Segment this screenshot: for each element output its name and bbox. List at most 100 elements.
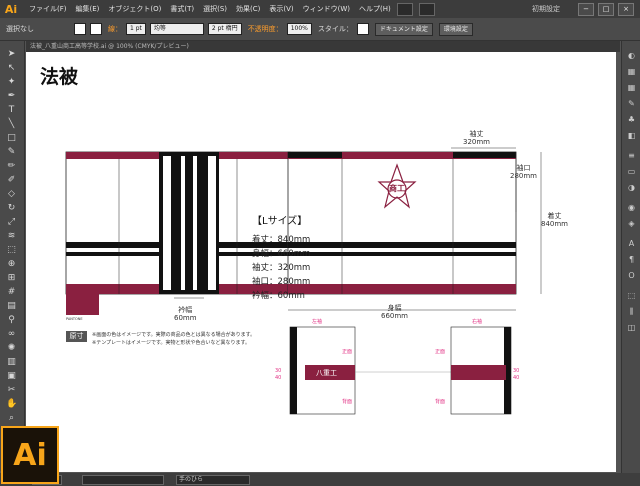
- dim-cuff: 袖口 280mm: [510, 164, 537, 180]
- color-guide-panel-icon[interactable]: ▦: [626, 67, 637, 77]
- dim-sleeve-length: 袖丈 320mm: [463, 130, 490, 146]
- magic-wand-tool-icon[interactable]: ✦: [6, 77, 17, 87]
- bridge-icon[interactable]: [396, 2, 413, 16]
- direct-selection-tool-icon[interactable]: ↖: [6, 63, 17, 73]
- shape-builder-tool-icon[interactable]: ⊕: [6, 259, 17, 269]
- minimize-button[interactable]: −: [578, 3, 594, 16]
- spec-list: 着丈：840mm 身幅：660mm 袖丈：320mm 袖口：280mm 衿幅：6…: [252, 233, 310, 303]
- artboard-tool-icon[interactable]: ▣: [6, 371, 17, 381]
- eraser-tool-icon[interactable]: ◇: [6, 189, 17, 199]
- scale-tool-icon[interactable]: ⤢: [6, 217, 17, 227]
- eyedropper-tool-icon[interactable]: ⚲: [6, 315, 17, 325]
- gradient-panel-icon[interactable]: ▭: [626, 167, 637, 177]
- fill-swatch[interactable]: [74, 23, 86, 35]
- free-transform-tool-icon[interactable]: ⬚: [6, 245, 17, 255]
- dim-collar: 衿幅 60mm: [174, 306, 197, 322]
- menu-type[interactable]: 書式(T): [170, 4, 194, 14]
- dim-body-width: 身幅 660mm: [381, 304, 408, 320]
- dim-total-length: 着丈 840mm: [541, 212, 568, 228]
- preferences-button[interactable]: 環境設定: [438, 22, 473, 36]
- style-swatch[interactable]: [356, 23, 369, 35]
- size-mark-right-2: 40: [513, 375, 520, 381]
- transparency-panel-icon[interactable]: ◑: [626, 183, 637, 193]
- current-tool-status[interactable]: 手のひら: [176, 474, 250, 485]
- opacity-label[interactable]: 不透明度：: [248, 24, 283, 34]
- rotate-tool-icon[interactable]: ↻: [6, 203, 17, 213]
- collar-text-right: 八重山商工高等学校: [209, 158, 216, 221]
- menu-object[interactable]: オブジェクト(O): [108, 4, 161, 14]
- menu-help[interactable]: ヘルプ(H): [359, 4, 391, 14]
- transform-panel-icon[interactable]: ⬚: [626, 291, 637, 301]
- opacity-field[interactable]: 100%: [286, 23, 312, 35]
- perspective-grid-tool-icon[interactable]: ⊞: [6, 273, 17, 283]
- size-mark-left-2: 40: [275, 375, 282, 381]
- blob-brush-tool-icon[interactable]: ✐: [6, 175, 17, 185]
- menu-file[interactable]: ファイル(F): [29, 4, 67, 14]
- character-panel-icon[interactable]: A: [626, 239, 637, 249]
- sleeve-text: 八重工: [316, 369, 337, 377]
- symbol-sprayer-tool-icon[interactable]: ✺: [6, 343, 17, 353]
- zoom-tool-icon[interactable]: ⌕: [6, 413, 17, 423]
- emblem-text: 商工: [389, 184, 405, 193]
- opentype-panel-icon[interactable]: O: [626, 271, 637, 281]
- stroke-swatch[interactable]: [90, 23, 102, 35]
- selection-tool-icon[interactable]: ➤: [6, 49, 17, 59]
- maximize-button[interactable]: □: [598, 3, 614, 16]
- layers-panel-icon[interactable]: ◈: [626, 219, 637, 229]
- pen-tool-icon[interactable]: ✒: [6, 91, 17, 101]
- left-sleeve-label: 左袖: [312, 319, 323, 325]
- align-panel-icon[interactable]: ⫼: [626, 307, 637, 317]
- brush-select[interactable]: 2 pt 楕円: [207, 23, 242, 35]
- document-setup-button[interactable]: ドキュメント設定: [374, 22, 433, 36]
- line-tool-icon[interactable]: ╲: [6, 119, 17, 129]
- brushes-panel-icon[interactable]: ✎: [626, 99, 637, 109]
- size-mark-right: 30: [513, 368, 520, 374]
- happi-drawing: [65, 147, 542, 415]
- rectangle-tool-icon[interactable]: □: [6, 133, 17, 143]
- paragraph-panel-icon[interactable]: ¶: [626, 255, 637, 265]
- pantone-swatch: [66, 284, 99, 315]
- control-bar: 選択なし 線： 1 pt 均等 2 pt 楕円 不透明度： 100% スタイル：…: [0, 18, 640, 41]
- close-button[interactable]: ×: [618, 3, 634, 16]
- workspace-switcher[interactable]: 初期設定: [532, 4, 560, 14]
- color-panel-icon[interactable]: ◐: [626, 51, 637, 61]
- status-bar: 手のひら: [0, 473, 640, 486]
- size-mark-left: 30: [275, 368, 282, 374]
- gradient-tool-icon[interactable]: ▤: [6, 301, 17, 311]
- graphic-styles-panel-icon[interactable]: ◧: [626, 131, 637, 141]
- spec-collar: 衿幅：60mm: [252, 291, 305, 301]
- stroke-label[interactable]: 線：: [108, 24, 122, 34]
- artboard-navigator[interactable]: [82, 474, 164, 485]
- menu-view[interactable]: 表示(V): [269, 4, 293, 14]
- symbols-panel-icon[interactable]: ♣: [626, 115, 637, 125]
- note-color: ※画面の色はイメージです。実際の商品の色とは異なる場合があります。: [92, 332, 256, 338]
- spec-body-width: 身幅：660mm: [252, 249, 311, 259]
- graph-tool-icon[interactable]: ▥: [6, 357, 17, 367]
- slice-tool-icon[interactable]: ✂: [6, 385, 17, 395]
- stroke-profile-select[interactable]: 均等: [149, 23, 204, 35]
- panel-dock: ◐ ▦ ▦ ✎ ♣ ◧ ≡ ▭ ◑ ◉ ◈ A ¶ O ⬚ ⫼ ◫: [621, 41, 640, 473]
- mesh-tool-icon[interactable]: #: [6, 287, 17, 297]
- stroke-weight-field[interactable]: 1 pt: [126, 23, 146, 35]
- stroke-panel-icon[interactable]: ≡: [626, 151, 637, 161]
- pathfinder-panel-icon[interactable]: ◫: [626, 323, 637, 333]
- width-tool-icon[interactable]: ≋: [6, 231, 17, 241]
- swatches-panel-icon[interactable]: ▦: [626, 83, 637, 93]
- spec-cuff: 袖口：280mm: [252, 277, 311, 287]
- pencil-tool-icon[interactable]: ✏: [6, 161, 17, 171]
- menu-effect[interactable]: 効果(C): [236, 4, 260, 14]
- menu-window[interactable]: ウィンドウ(W): [303, 4, 350, 14]
- menu-edit[interactable]: 編集(E): [76, 4, 100, 14]
- menu-bar: Ai ファイル(F) 編集(E) オブジェクト(O) 書式(T) 選択(S) 効…: [0, 0, 640, 18]
- appearance-panel-icon[interactable]: ◉: [626, 203, 637, 213]
- arrange-documents-icon[interactable]: [418, 2, 435, 16]
- artboard[interactable]: 法被 八重山商工高等学校 八重山商工高等学校 商工 【Lサイズ】 着丈：840m…: [26, 52, 616, 472]
- blend-tool-icon[interactable]: ∞: [6, 329, 17, 339]
- menu-select[interactable]: 選択(S): [203, 4, 227, 14]
- type-tool-icon[interactable]: T: [6, 105, 17, 115]
- back-label-right: 背面: [435, 399, 446, 405]
- style-label: スタイル：: [317, 25, 353, 33]
- hand-tool-icon[interactable]: ✋: [6, 399, 17, 409]
- paintbrush-tool-icon[interactable]: ✎: [6, 147, 17, 157]
- document-tab[interactable]: 法被_八重山商工高等学校.ai @ 100% (CMYK/プレビュー): [26, 41, 620, 52]
